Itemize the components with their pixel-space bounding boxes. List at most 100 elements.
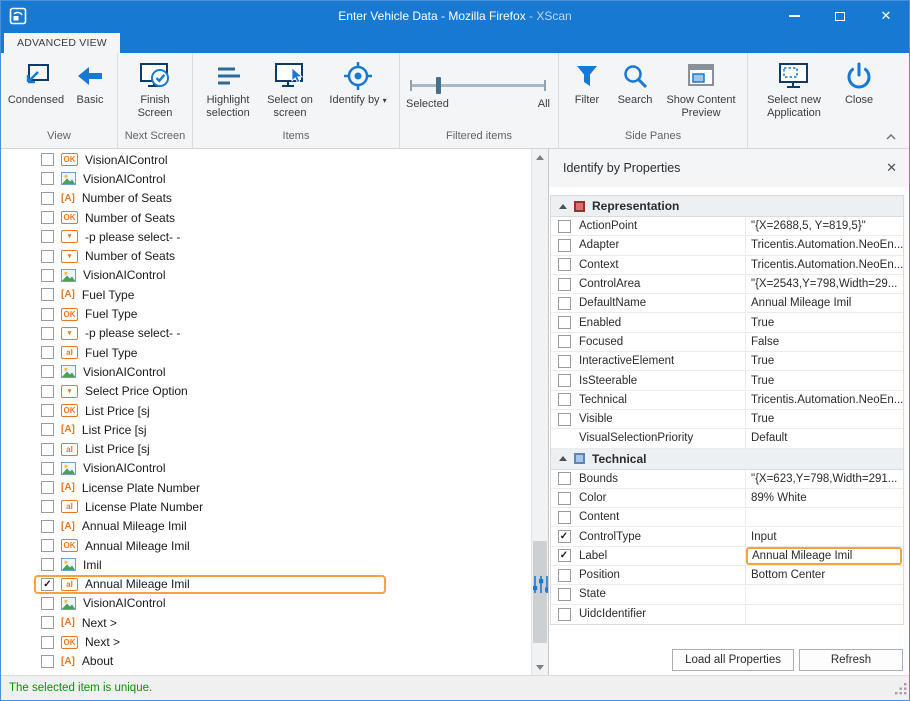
tree-row[interactable]: VisionAIControl bbox=[1, 459, 531, 478]
tree-item-checkbox[interactable] bbox=[41, 500, 54, 513]
property-checkbox[interactable]: ✓ bbox=[558, 530, 571, 543]
tree-row[interactable]: ▾Number of Seats bbox=[1, 246, 531, 265]
tree-row[interactable]: VisionAIControl bbox=[1, 266, 531, 285]
tree-row[interactable]: OKNext > bbox=[1, 632, 531, 651]
tree-row[interactable]: [A]About bbox=[1, 652, 531, 671]
tree-item-checkbox[interactable] bbox=[41, 462, 54, 475]
scroll-up-button[interactable] bbox=[532, 149, 548, 165]
property-checkbox[interactable] bbox=[558, 258, 571, 271]
tree-row[interactable]: OKFuel Type bbox=[1, 304, 531, 323]
tree-item-checkbox[interactable]: ✓ bbox=[41, 578, 54, 591]
tree-item-checkbox[interactable] bbox=[41, 250, 54, 263]
tree-row[interactable]: [A]Number of Seats bbox=[1, 189, 531, 208]
property-row[interactable]: UidcIdentifier bbox=[551, 605, 903, 624]
tree-item-checkbox[interactable] bbox=[41, 211, 54, 224]
collapse-ribbon-button[interactable] bbox=[883, 131, 899, 143]
identify-by-button[interactable]: Identify by ▾ bbox=[321, 53, 395, 127]
property-checkbox[interactable] bbox=[558, 569, 571, 582]
tree-item-checkbox[interactable] bbox=[41, 481, 54, 494]
property-row[interactable]: ContextTricentis.Automation.NeoEn... bbox=[551, 256, 903, 275]
finish-screen-button[interactable]: Finish Screen bbox=[122, 53, 188, 127]
tree-row[interactable]: VisionAIControl bbox=[1, 594, 531, 613]
close-scan-button[interactable]: Close bbox=[836, 53, 882, 127]
tree-row[interactable]: [A]License Plate Number bbox=[1, 478, 531, 497]
tree-row[interactable]: OKVisionAIControl bbox=[1, 150, 531, 169]
tree-item-checkbox[interactable] bbox=[41, 192, 54, 205]
tree-item-checkbox[interactable] bbox=[41, 385, 54, 398]
property-checkbox[interactable] bbox=[558, 608, 571, 621]
panel-close-icon[interactable]: ✕ bbox=[886, 160, 897, 176]
property-row[interactable]: EnabledTrue bbox=[551, 313, 903, 332]
property-row[interactable]: PositionBottom Center bbox=[551, 566, 903, 585]
slider-handle[interactable] bbox=[436, 77, 441, 94]
tree-scrollbar[interactable] bbox=[531, 149, 548, 675]
scroll-down-button[interactable] bbox=[532, 659, 548, 675]
property-row[interactable]: TechnicalTricentis.Automation.NeoEn... bbox=[551, 391, 903, 410]
property-row[interactable]: ControlArea"{X=2543,Y=798,Width=29... bbox=[551, 275, 903, 294]
property-checkbox[interactable] bbox=[558, 472, 571, 485]
tree-row[interactable]: ▾-p please select- - bbox=[1, 227, 531, 246]
tree-row[interactable]: [A]List Price [sj bbox=[1, 420, 531, 439]
section-header-representation[interactable]: Representation bbox=[551, 196, 903, 217]
property-row[interactable]: ✓ControlTypeInput bbox=[551, 527, 903, 546]
property-row[interactable]: VisibleTrue bbox=[551, 410, 903, 429]
condensed-button[interactable]: Condensed bbox=[5, 53, 67, 127]
tree-row[interactable]: Imil bbox=[1, 555, 531, 574]
select-on-screen-button[interactable]: Select on screen bbox=[259, 53, 321, 127]
tree-row[interactable]: ▾Select Price Option bbox=[1, 382, 531, 401]
property-checkbox[interactable] bbox=[558, 511, 571, 524]
property-row[interactable]: DefaultNameAnnual Mileage Imil bbox=[551, 294, 903, 313]
tree-row[interactable]: [A]Annual Mileage Imil bbox=[1, 517, 531, 536]
tree-row[interactable]: ▾-p please select- - bbox=[1, 324, 531, 343]
section-header-technical[interactable]: Technical bbox=[551, 449, 903, 470]
tree-item-checkbox[interactable] bbox=[41, 327, 54, 340]
tree-row[interactable]: VisionAIControl bbox=[1, 169, 531, 188]
tree-item-checkbox[interactable] bbox=[41, 288, 54, 301]
minimize-button[interactable] bbox=[771, 1, 817, 31]
tree-row[interactable]: VisionAIControl bbox=[1, 362, 531, 381]
property-row[interactable]: ✓LabelAnnual Mileage Imil bbox=[551, 547, 903, 566]
tree-item-checkbox[interactable] bbox=[41, 636, 54, 649]
property-checkbox[interactable] bbox=[558, 278, 571, 291]
basic-button[interactable]: Basic bbox=[67, 53, 113, 127]
property-checkbox[interactable] bbox=[558, 393, 571, 406]
show-content-preview-button[interactable]: Show Content Preview bbox=[659, 53, 743, 127]
tree-item-checkbox[interactable] bbox=[41, 655, 54, 668]
filtered-items-slider[interactable]: Selected All bbox=[404, 53, 554, 127]
property-row[interactable]: Color89% White bbox=[551, 489, 903, 508]
tree-row[interactable]: aIFuel Type bbox=[1, 343, 531, 362]
tree-item-checkbox[interactable] bbox=[41, 597, 54, 610]
tree-item-checkbox[interactable] bbox=[41, 153, 54, 166]
property-checkbox[interactable] bbox=[558, 413, 571, 426]
tree-row[interactable]: OKNumber of Seats bbox=[1, 208, 531, 227]
property-checkbox[interactable] bbox=[558, 492, 571, 505]
tree-row[interactable]: OKAnnual Mileage Imil bbox=[1, 536, 531, 555]
tree-item-checkbox[interactable] bbox=[41, 520, 54, 533]
tree-item-checkbox[interactable] bbox=[41, 172, 54, 185]
load-all-properties-button[interactable]: Load all Properties bbox=[672, 649, 794, 671]
tree-item-checkbox[interactable] bbox=[41, 269, 54, 282]
property-row[interactable]: FocusedFalse bbox=[551, 333, 903, 352]
property-checkbox[interactable] bbox=[558, 239, 571, 252]
property-checkbox[interactable] bbox=[558, 588, 571, 601]
property-checkbox[interactable] bbox=[558, 335, 571, 348]
property-row[interactable]: InteractiveElementTrue bbox=[551, 352, 903, 371]
tree-item-checkbox[interactable] bbox=[41, 346, 54, 359]
property-checkbox[interactable] bbox=[558, 220, 571, 233]
tree-row[interactable]: [A]Next > bbox=[1, 613, 531, 632]
property-row[interactable]: Content bbox=[551, 508, 903, 527]
property-row[interactable]: IsSteerableTrue bbox=[551, 371, 903, 390]
property-checkbox[interactable] bbox=[558, 374, 571, 387]
tree-item-checkbox[interactable] bbox=[41, 365, 54, 378]
select-new-application-button[interactable]: Select new Application bbox=[752, 53, 836, 127]
tree-item-checkbox[interactable] bbox=[41, 443, 54, 456]
property-row[interactable]: State bbox=[551, 585, 903, 604]
tree-row[interactable]: OKList Price [sj bbox=[1, 401, 531, 420]
tree-item-checkbox[interactable] bbox=[41, 539, 54, 552]
tree-row[interactable]: [A]Fuel Type bbox=[1, 285, 531, 304]
tree-row[interactable]: aIList Price [sj bbox=[1, 439, 531, 458]
maximize-button[interactable] bbox=[817, 1, 863, 31]
tab-advanced-view[interactable]: ADVANCED VIEW bbox=[4, 33, 120, 53]
refresh-button[interactable]: Refresh bbox=[799, 649, 903, 671]
property-row[interactable]: VisualSelectionPriorityDefault bbox=[551, 429, 903, 448]
